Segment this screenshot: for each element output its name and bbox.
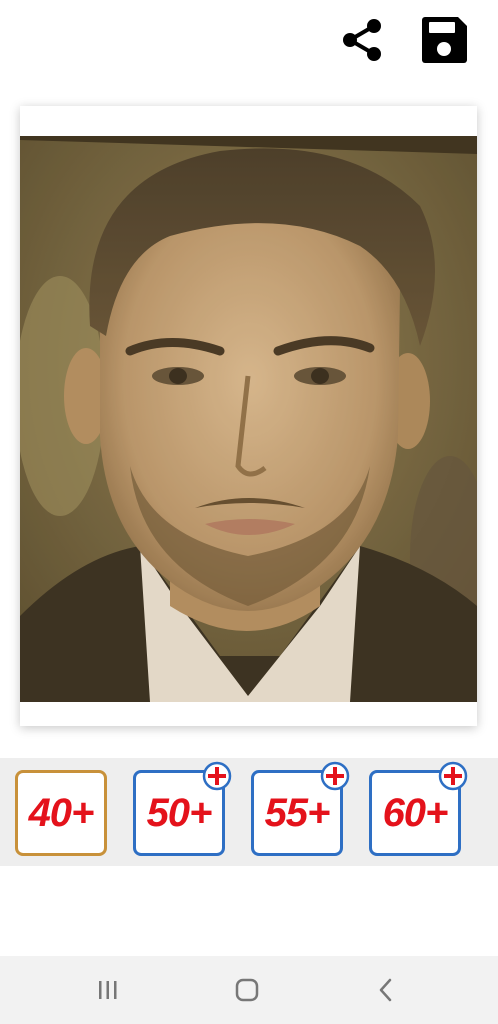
home-icon[interactable] [227, 974, 267, 1006]
age-filter-label: 50+ [146, 790, 213, 835]
plus-icon [320, 761, 350, 791]
share-icon[interactable] [336, 14, 388, 66]
age-filter-label: 60+ [382, 790, 449, 835]
age-filter-50[interactable]: 50+ [133, 761, 232, 856]
age-filter-label: 55+ [264, 790, 331, 835]
age-filter-40[interactable]: 40+ [15, 770, 107, 856]
save-icon[interactable] [418, 14, 470, 66]
recents-icon[interactable] [88, 974, 128, 1006]
plus-icon [202, 761, 232, 791]
system-nav-bar [0, 956, 498, 1024]
photo-card [20, 106, 477, 726]
plus-icon [438, 761, 468, 791]
age-filter-bar: 40+ 50+ 55+ 60+ [0, 758, 498, 866]
age-filter-label: 40+ [28, 790, 95, 835]
portrait-photo[interactable] [20, 136, 477, 702]
back-icon[interactable] [366, 974, 406, 1006]
age-filter-55[interactable]: 55+ [251, 761, 350, 856]
top-action-bar [0, 0, 498, 84]
age-filter-60[interactable]: 60+ [369, 761, 468, 856]
